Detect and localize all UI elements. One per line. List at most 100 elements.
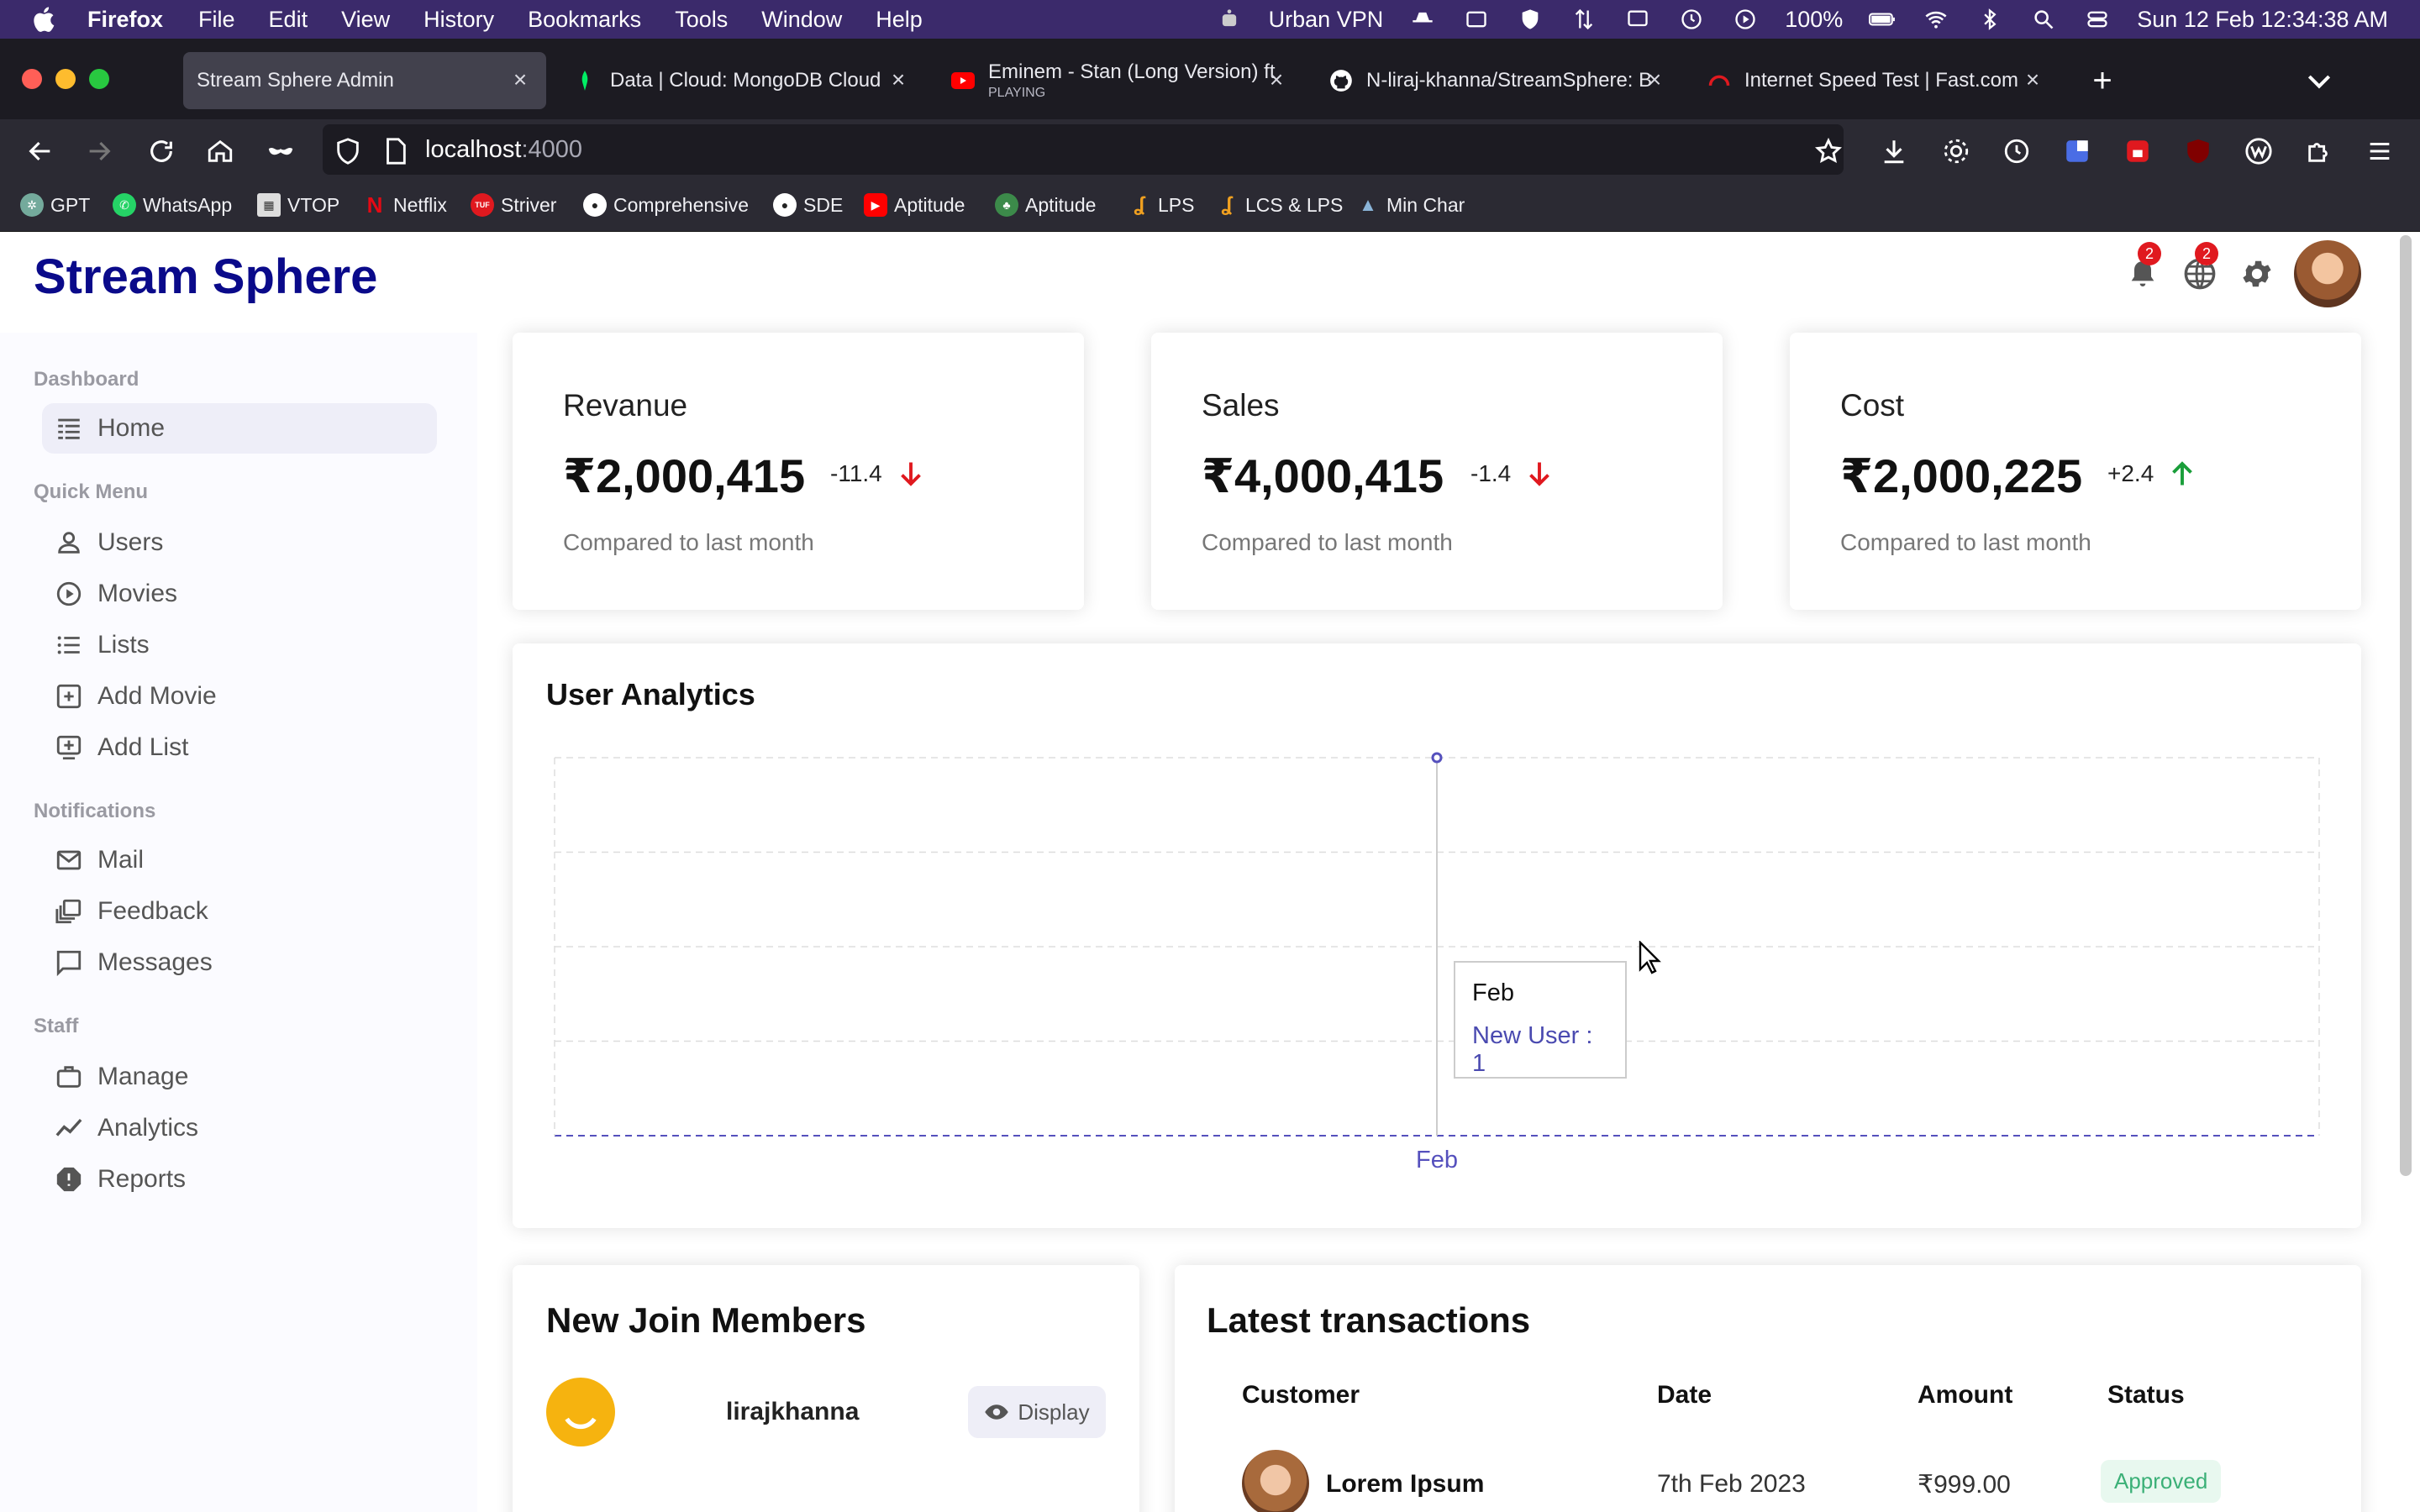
user-avatar[interactable]: [2294, 240, 2361, 307]
control-center-icon[interactable]: [2083, 7, 2112, 32]
tracking-protection-shield-icon[interactable]: [329, 133, 366, 170]
keyboard-icon[interactable]: [1462, 7, 1491, 32]
menu-tools[interactable]: Tools: [675, 7, 728, 33]
sidebar-item-home[interactable]: Home: [42, 403, 437, 454]
sidebar-section-notifications: Notifications: [34, 800, 156, 822]
tab-mongodb[interactable]: Data | Cloud: MongoDB Cloud ×: [560, 52, 924, 109]
hamburger-menu-icon[interactable]: [2361, 133, 2398, 170]
sidebar-item-reports[interactable]: Reports: [42, 1154, 186, 1205]
spotlight-search-icon[interactable]: [2029, 7, 2058, 32]
transfer-icon[interactable]: [1570, 7, 1598, 32]
page-scrollbar[interactable]: [2400, 235, 2412, 1176]
sidebar-item-mail[interactable]: Mail: [42, 835, 144, 885]
github-icon: ●: [773, 193, 797, 217]
menubar-clock[interactable]: Sun 12 Feb 12:34:38 AM: [2137, 7, 2388, 33]
app-logo[interactable]: Stream Sphere: [34, 249, 377, 305]
play-icon[interactable]: [1731, 7, 1760, 32]
time-machine-icon[interactable]: [1677, 7, 1706, 32]
chart-title: User Analytics: [546, 677, 755, 711]
menu-edit[interactable]: Edit: [269, 7, 308, 33]
tab-close-icon[interactable]: ×: [1265, 68, 1287, 92]
list-all-tabs-chevron-icon[interactable]: [2302, 64, 2336, 97]
tab-close-icon[interactable]: ×: [509, 68, 531, 92]
status-badge[interactable]: Approved: [2101, 1460, 2222, 1503]
tab-stream-sphere-admin[interactable]: Stream Sphere Admin ×: [183, 52, 546, 109]
bookmark-gpt[interactable]: ✲ GPT: [20, 193, 90, 217]
url-text[interactable]: localhost:4000: [425, 136, 582, 164]
bluetooth-icon[interactable]: [1975, 7, 2004, 32]
menu-window[interactable]: Window: [761, 7, 842, 33]
bookmark-aptitude-youtube[interactable]: ▶ Aptitude: [864, 193, 965, 217]
window-minimize-button[interactable]: [55, 69, 76, 89]
bookmark-min-char[interactable]: ▲ Min Char: [1356, 193, 1465, 217]
tab-fast-com[interactable]: Internet Speed Test | Fast.com ×: [1694, 52, 2059, 109]
history-clock-icon[interactable]: [1998, 133, 2035, 170]
screen-share-icon[interactable]: [1623, 7, 1652, 32]
extensions-puzzle-icon[interactable]: [2301, 133, 2338, 170]
bookmark-striver[interactable]: TUF Striver: [471, 193, 556, 217]
back-button[interactable]: [22, 133, 59, 170]
downloads-icon[interactable]: [1876, 133, 1912, 170]
bookmark-vtop[interactable]: ▦ VTOP: [257, 193, 339, 217]
bookmark-lps[interactable]: ʆ LPS: [1128, 193, 1195, 217]
data-point: [1431, 752, 1443, 764]
bookmark-label: Striver: [501, 193, 557, 216]
sidebar-item-add-movie[interactable]: Add Movie: [42, 671, 217, 722]
sidebar-item-add-list[interactable]: Add List: [42, 722, 188, 773]
sidebar-item-users[interactable]: Users: [42, 517, 163, 568]
bookmark-aptitude[interactable]: ♣ Aptitude: [995, 193, 1096, 217]
sidebar-item-feedback[interactable]: Feedback: [42, 886, 208, 937]
extension-container-icon[interactable]: [2059, 133, 2096, 170]
app-menu-firefox[interactable]: Firefox: [87, 7, 163, 33]
menu-bookmarks[interactable]: Bookmarks: [528, 7, 641, 33]
bookmark-star-icon[interactable]: [1810, 133, 1847, 170]
extension-lock-icon[interactable]: [2119, 133, 2156, 170]
sidebar-item-manage[interactable]: Manage: [42, 1052, 188, 1102]
new-tab-button[interactable]: +: [2084, 62, 2121, 99]
reload-button[interactable]: [143, 133, 180, 170]
tab-close-icon[interactable]: ×: [1644, 68, 1665, 92]
menu-help[interactable]: Help: [876, 7, 923, 33]
tab-title: Data | Cloud: MongoDB Cloud: [610, 69, 881, 92]
tab-close-icon[interactable]: ×: [887, 68, 909, 92]
sidebar-item-label: Movies: [97, 580, 178, 607]
bookmark-comprehensive[interactable]: ● Comprehensive: [583, 193, 749, 217]
extension-w-icon[interactable]: [2240, 133, 2277, 170]
menu-history[interactable]: History: [424, 7, 494, 33]
dynamic-feed-icon: [54, 896, 84, 927]
settings-gear-icon[interactable]: [1938, 133, 1975, 170]
bookmark-netflix[interactable]: N Netflix: [363, 192, 447, 218]
menu-file[interactable]: File: [198, 7, 235, 33]
sidebar-item-movies[interactable]: Movies: [42, 569, 177, 619]
settings-gear-icon[interactable]: [2235, 252, 2279, 296]
battery-icon[interactable]: [1868, 7, 1897, 32]
ublock-origin-icon[interactable]: [2180, 133, 2217, 170]
window-zoom-button[interactable]: [89, 69, 109, 89]
page-info-icon[interactable]: [376, 133, 413, 170]
private-mask-button[interactable]: [262, 133, 299, 170]
bookmark-lcs-lps[interactable]: ʆ LCS & LPS: [1215, 193, 1344, 217]
tab-close-icon[interactable]: ×: [2022, 68, 2044, 92]
menu-view[interactable]: View: [341, 7, 390, 33]
tab-github[interactable]: N-liraj-khanna/StreamSphere: B ×: [1316, 52, 1681, 109]
tooltip-label: Feb: [1472, 979, 1514, 1006]
bookmark-whatsapp[interactable]: ✆ WhatsApp: [113, 193, 232, 217]
home-button[interactable]: [202, 133, 239, 170]
sidebar-item-lists[interactable]: Lists: [42, 620, 150, 670]
incognito-icon[interactable]: [1408, 7, 1437, 32]
window-close-button[interactable]: [22, 69, 42, 89]
tab-youtube-eminem[interactable]: Eminem - Stan (Long Version) ft PLAYING ×: [938, 52, 1302, 109]
wifi-icon[interactable]: [1922, 7, 1950, 32]
user-analytics-chart[interactable]: Feb: [538, 739, 2336, 1176]
tab-title: Stream Sphere Admin: [197, 69, 394, 92]
vpn-robot-icon[interactable]: [1215, 7, 1244, 32]
apple-icon[interactable]: [30, 5, 55, 34]
forward-button[interactable]: [81, 133, 118, 170]
sidebar-item-analytics[interactable]: Analytics: [42, 1103, 198, 1153]
display-member-button[interactable]: Display: [968, 1386, 1106, 1438]
vpn-label[interactable]: Urban VPN: [1269, 7, 1384, 33]
shield-icon[interactable]: [1516, 7, 1544, 32]
sidebar-item-label: Manage: [97, 1063, 189, 1090]
sidebar-item-messages[interactable]: Messages: [42, 937, 213, 988]
bookmark-sde[interactable]: ● SDE: [773, 193, 843, 217]
